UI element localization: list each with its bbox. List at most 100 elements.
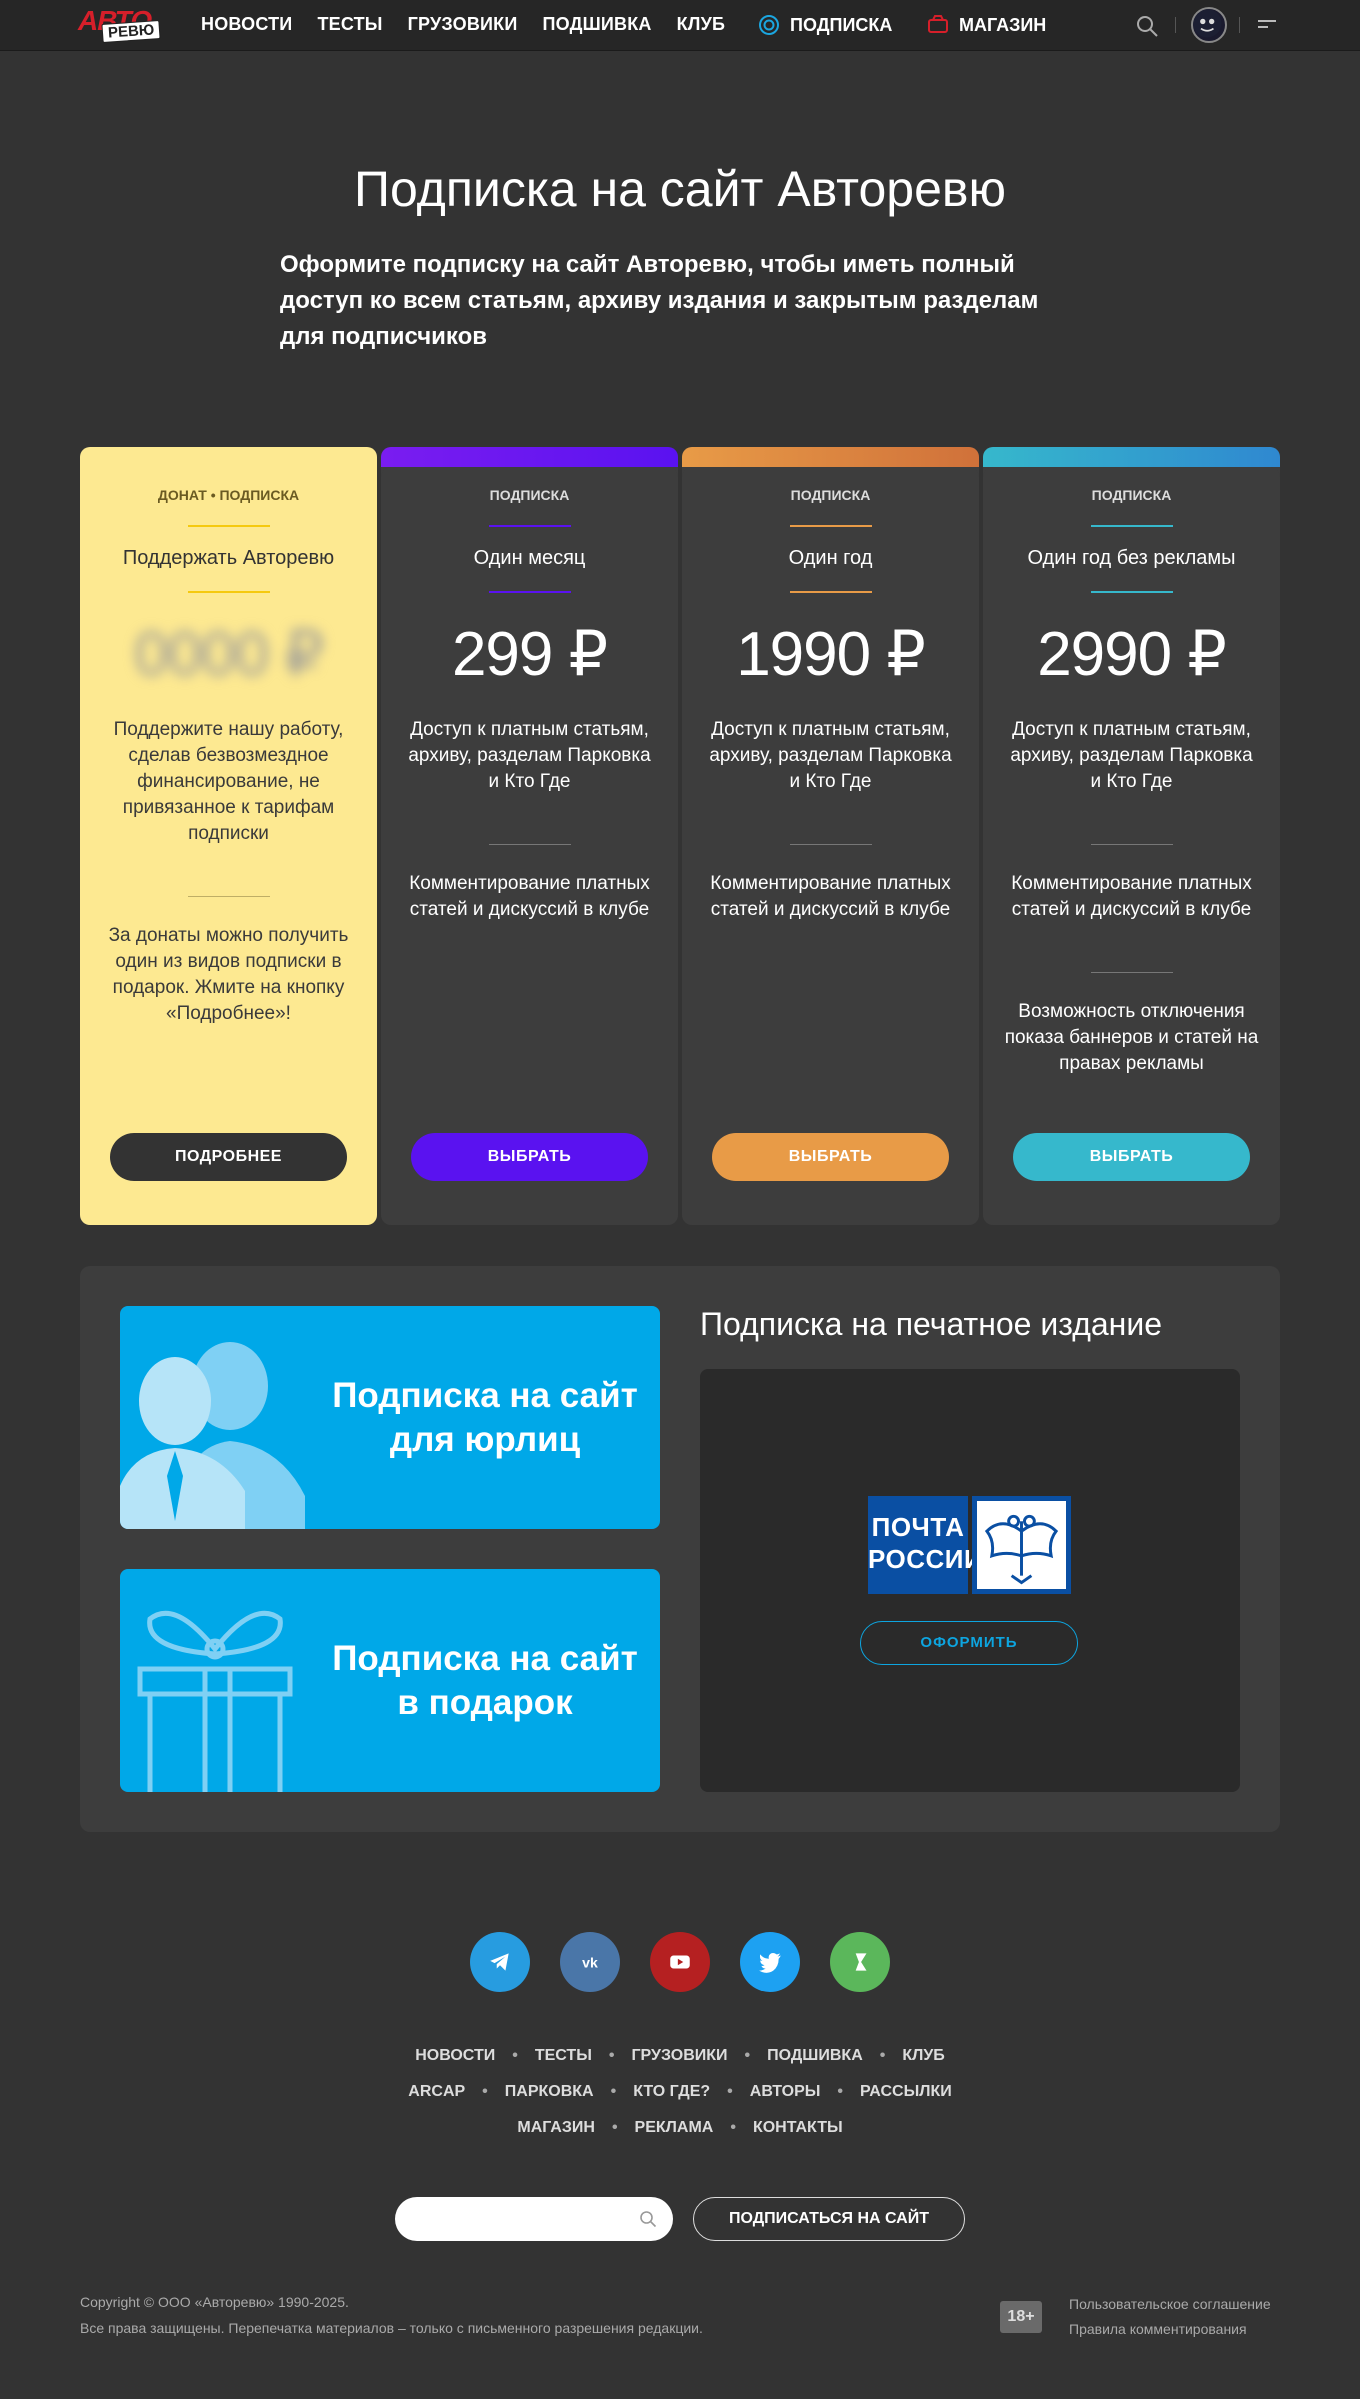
separator-dot: • (611, 2119, 618, 2136)
plan-feature: Комментирование платных статей и дискусс… (1011, 873, 1252, 920)
footer-link[interactable]: НОВОСТИ (415, 2047, 495, 2065)
legal-entity-banner[interactable]: Подписка на сайт для юрлиц (120, 1306, 660, 1529)
feature-divider (489, 844, 571, 845)
card-accent-bar (381, 447, 678, 467)
yandex-zen-icon[interactable] (830, 1932, 890, 1992)
nav-item-club[interactable]: КЛУБ (677, 14, 726, 35)
copyright-notice: Все права защищены. Перепечатка материал… (80, 2320, 703, 2336)
eagle-emblem-icon (972, 1496, 1071, 1594)
gift-banner[interactable]: Подписка на сайт в подарок (120, 1569, 660, 1792)
plan-card-donate: ДОНАТ • ПОДПИСКА Поддержать Авторевю 000… (80, 447, 377, 1225)
plan-price: 2990 ₽ (1037, 620, 1227, 689)
telegram-icon[interactable] (470, 1932, 530, 1992)
nav-shop[interactable]: МАГАЗИН (927, 14, 1046, 36)
accent-line (790, 591, 872, 593)
plan-tag: ПОДПИСКА (1091, 487, 1172, 503)
svg-text:vk: vk (582, 1954, 598, 1970)
menu-icon[interactable] (1256, 17, 1278, 35)
nav-item-tests[interactable]: ТЕСТЫ (317, 14, 382, 35)
social-links: vk (470, 1932, 920, 1992)
select-year-button[interactable]: ВЫБРАТЬ (712, 1133, 949, 1181)
subscription-icon (759, 15, 779, 35)
footer-nav-row: НОВОСТИ • ТЕСТЫ • ГРУЗОВИКИ • ПОДШИВКА • КЛУБ (0, 2047, 1360, 2065)
footer-link[interactable]: МАГАЗИН (517, 2119, 595, 2137)
footer-link[interactable]: АВТОРЫ (750, 2083, 821, 2101)
select-month-button[interactable]: ВЫБРАТЬ (411, 1133, 648, 1181)
main-nav: НОВОСТИ ТЕСТЫ ГРУЗОВИКИ ПОДШИВКА КЛУБ (201, 14, 750, 35)
business-people-icon (120, 1342, 305, 1529)
footer-link[interactable]: КОНТАКТЫ (753, 2119, 843, 2137)
nav-item-trucks[interactable]: ГРУЗОВИКИ (408, 14, 518, 35)
subscribe-site-button[interactable]: ПОДПИСАТЬСЯ НА САЙТ (693, 2197, 965, 2241)
print-subscription-title: Подписка на печатное издание (700, 1306, 1163, 1342)
footer-search-input[interactable] (395, 2197, 673, 2241)
plan-name: Один год (788, 547, 873, 569)
nav-item-archive[interactable]: ПОДШИВКА (542, 14, 651, 35)
plan-feature: Возможность отключения показа баннеров и… (1004, 1001, 1259, 1074)
youtube-icon[interactable] (650, 1932, 710, 1992)
plan-feature: Доступ к платным статьям, архиву, раздел… (709, 719, 952, 792)
gift-icon (137, 1610, 293, 1792)
user-agreement-link[interactable]: Пользовательское соглашение (1069, 2296, 1271, 2312)
footer-link[interactable]: РЕКЛАМА (635, 2119, 714, 2137)
accent-line (1091, 591, 1173, 593)
footer-link[interactable]: ARCAP (408, 2083, 465, 2101)
select-year-no-ads-button[interactable]: ВЫБРАТЬ (1013, 1133, 1250, 1181)
plan-feature: За донаты можно получить один из видов п… (108, 925, 349, 1024)
card-accent-bar (983, 447, 1280, 467)
accent-line (790, 525, 872, 527)
search-icon[interactable] (1135, 14, 1159, 38)
nav-item-news[interactable]: НОВОСТИ (201, 14, 292, 35)
extra-subscriptions-block: Подписка на сайт для юрлиц Подписка на с… (80, 1266, 1280, 1832)
accent-line (188, 525, 270, 527)
print-subscription-box: ПОЧТА РОССИИ ОФОРМИТЬ (700, 1369, 1240, 1792)
user-avatar[interactable] (1191, 7, 1227, 43)
details-button[interactable]: ПОДРОБНЕЕ (110, 1133, 347, 1181)
separator-dot: • (744, 2047, 751, 2064)
feature-divider (188, 896, 270, 897)
plan-price: 1990 ₽ (736, 620, 926, 689)
card-body (381, 467, 678, 1225)
plan-feature: Комментирование платных статей и дискусс… (409, 873, 650, 920)
header-divider (1175, 17, 1176, 33)
footer-link[interactable]: ГРУЗОВИКИ (631, 2047, 727, 2065)
plan-tag: ДОНАТ • ПОДПИСКА (157, 487, 300, 503)
site-logo[interactable]: АВТО РЕВЮ (78, 5, 164, 47)
shop-label: МАГАЗИН (959, 14, 1047, 35)
plan-card-month: ПОДПИСКА Один месяц 299 ₽ Доступ к платн… (381, 447, 678, 1225)
feature-divider (1091, 972, 1173, 973)
card-accent-bar (682, 447, 979, 467)
feature-divider (1091, 844, 1173, 845)
gift-banner-text: Подписка на сайт в подарок (332, 1639, 638, 1722)
order-print-button[interactable]: ОФОРМИТЬ (860, 1621, 1078, 1665)
comment-rules-link[interactable]: Правила комментирования (1069, 2321, 1247, 2337)
plan-feature: Доступ к платным статьям, архиву, раздел… (1010, 719, 1253, 792)
nav-subscription[interactable]: ПОДПИСКА (758, 14, 892, 36)
footer-link[interactable]: РАССЫЛКИ (860, 2083, 952, 2101)
separator-dot: • (727, 2083, 733, 2100)
page-title: Подписка на сайт Авторевю (354, 161, 1006, 217)
twitter-icon[interactable] (740, 1932, 800, 1992)
footer-nav-row: МАГАЗИН • РЕКЛАМА • КОНТАКТЫ (0, 2119, 1360, 2137)
header-divider (1239, 17, 1240, 33)
accent-line (489, 525, 571, 527)
footer-link[interactable]: ТЕСТЫ (535, 2047, 592, 2065)
card-body (983, 467, 1280, 1225)
footer-link[interactable]: ПАРКОВКА (505, 2083, 594, 2101)
plan-tag: ПОДПИСКА (790, 487, 871, 503)
plan-name: Один месяц (473, 547, 586, 569)
search-icon[interactable] (639, 2210, 657, 2228)
footer-link[interactable]: КТО ГДЕ? (633, 2083, 710, 2101)
plan-tag: ПОДПИСКА (489, 487, 570, 503)
separator-dot: • (610, 2083, 617, 2100)
vk-icon[interactable]: vk (560, 1932, 620, 1992)
copyright-text: Copyright © ООО «Авторевю» 1990-2025. (80, 2294, 349, 2310)
russian-post-logo[interactable]: ПОЧТА РОССИИ (868, 1496, 1071, 1594)
footer-link[interactable]: КЛУБ (902, 2047, 944, 2065)
plan-name: Один год без рекламы (1027, 547, 1236, 569)
accent-line (188, 591, 270, 593)
plan-feature: Комментирование платных статей и дискусс… (710, 873, 951, 920)
page-description: Оформите подписку на сайт Авторевю, чтоб… (280, 251, 1039, 350)
site-header: АВТО РЕВЮ НОВОСТИ ТЕСТЫ ГРУЗОВИКИ ПОДШИВ… (0, 0, 1360, 51)
footer-link[interactable]: ПОДШИВКА (767, 2047, 863, 2065)
